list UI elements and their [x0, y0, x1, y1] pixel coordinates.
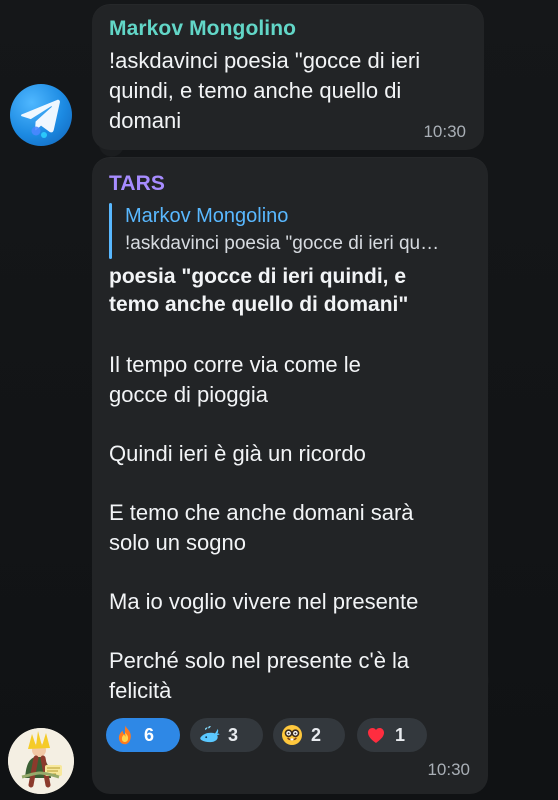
reaction-count: 3: [228, 724, 239, 745]
reaction-count: 6: [144, 724, 155, 745]
reaction-count: 2: [311, 724, 322, 745]
reply-sender: Markov Mongolino: [125, 205, 289, 227]
poem-title: poesia "gocce di ieri quindi, e temo anc…: [109, 265, 409, 316]
bot-avatar[interactable]: [8, 728, 74, 794]
reaction-nerd[interactable]: 2: [273, 718, 345, 752]
message-sender[interactable]: Markov Mongolino: [109, 17, 296, 41]
reply-snippet: !askdavinci poesia "gocce di ieri qu…: [125, 233, 440, 254]
whale-icon: [198, 724, 220, 746]
poem-line: Perché solo nel presente c'è la felicità: [109, 648, 410, 703]
reaction-whale[interactable]: 3: [190, 718, 263, 752]
heart-icon: [365, 724, 387, 746]
poem-line: Quindi ieri è già un ricordo: [109, 441, 366, 466]
tars-avatar-icon: [8, 728, 74, 794]
reaction-bar: 6 3 2 1: [106, 718, 466, 752]
sender-avatar[interactable]: [10, 84, 72, 146]
message-time: 10:30: [427, 760, 470, 779]
poem-line: Il tempo corre via come le gocce di piog…: [109, 352, 361, 407]
message-bubble-incoming[interactable]: Markov Mongolino !askdavinci poesia "goc…: [92, 4, 484, 150]
message-time: 10:30: [423, 122, 466, 141]
message-text: !askdavinci poesia "gocce di ieri quindi…: [109, 48, 421, 133]
poem-line: Ma io voglio vivere nel presente: [109, 589, 419, 614]
reaction-count: 1: [395, 724, 406, 745]
reaction-heart[interactable]: 1: [357, 718, 427, 752]
reaction-fire[interactable]: 6: [106, 718, 180, 752]
fire-icon: [114, 724, 136, 746]
paper-plane-icon: [21, 99, 60, 138]
reply-preview[interactable]: Markov Mongolino !askdavinci poesia "goc…: [109, 201, 469, 261]
reply-accent-bar: [109, 203, 112, 259]
message-sender[interactable]: TARS: [109, 172, 165, 196]
nerd-face-icon: [281, 724, 303, 746]
message-bubble-reply[interactable]: TARS Markov Mongolino !askdavinci poesia…: [92, 157, 488, 794]
poem-line: E temo che anche domani sarà solo un sog…: [109, 500, 414, 555]
